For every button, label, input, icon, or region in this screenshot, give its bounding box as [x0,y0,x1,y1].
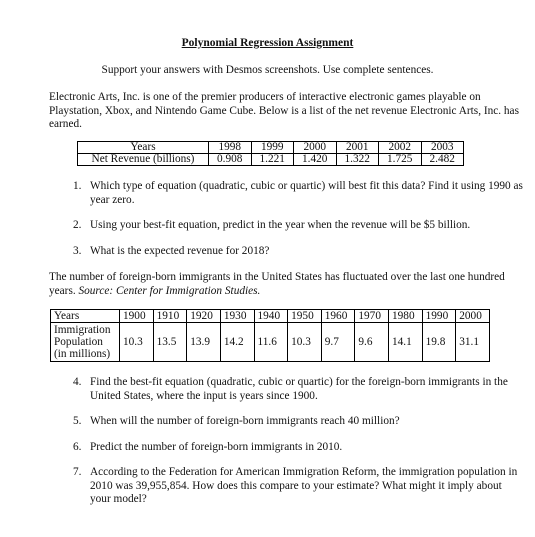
table-cell: 2.482 [420,153,464,166]
table-cell: 1900 [119,309,154,323]
question-text: According to the Federation for American… [90,466,518,505]
table-cell: 2000 [455,309,490,323]
question-number: 6. [73,441,82,453]
table-cell: 14.1 [388,322,423,362]
table-cell: 2002 [378,141,422,154]
row-header: Years [50,309,120,323]
question-text: When will the number of foreign-born imm… [90,415,400,427]
revenue-table: Years 1998 1999 2000 2001 2002 2003 Net … [77,141,464,166]
table-cell: 1980 [388,309,423,323]
table-row: Net Revenue (billions) 0.908 1.221 1.420… [77,153,464,166]
table-cell: 1990 [421,309,457,323]
table-cell: 11.6 [253,322,289,362]
table-cell: 10.3 [287,322,322,362]
table-cell: 13.9 [186,322,221,362]
table-cell: 1930 [219,309,255,323]
table-cell: 9.7 [320,322,356,362]
table-cell: 2000 [293,141,337,154]
intro-paragraph-immigration: The number of foreign-born immigrants in… [49,271,529,298]
question-text: What is the expected revenue for 2018? [90,245,270,257]
table-cell: 1920 [186,309,221,323]
table-cell: 2003 [420,141,464,154]
question-number: 5. [73,415,82,427]
question-3: 3. What is the expected revenue for 2018… [73,245,523,259]
question-text: Find the best-fit equation (quadratic, c… [90,376,508,402]
table-cell: 14.2 [219,322,255,362]
row-header: Net Revenue (billions) [77,153,209,166]
table-cell: 1.221 [250,153,294,166]
question-text: Using your best-fit equation, predict in… [90,219,471,231]
table-cell: 2001 [335,141,379,154]
instructions: Support your answers with Desmos screens… [101,64,434,76]
page-title: Polynomial Regression Assignment [181,37,354,49]
table-row: Years 1900 1910 1920 1930 1940 1950 1960… [50,309,490,323]
table-cell: 1970 [354,309,389,323]
intro-paragraph-ea: Electronic Arts, Inc. is one of the prem… [49,91,519,130]
question-number: 4. [73,376,82,388]
table-cell: 10.3 [119,322,154,362]
source-citation: Source: Center for Immigration Studies. [78,284,261,297]
table-cell: 31.1 [455,322,490,362]
table-cell: 1998 [208,141,252,154]
row-header: Immigration Population (in millions) [50,322,120,362]
table-row: Immigration Population (in millions) 10.… [50,322,490,362]
question-text: Predict the number of foreign-born immig… [90,441,343,453]
question-7: 7. According to the Federation for Ameri… [73,466,523,507]
question-2: 2. Using your best-fit equation, predict… [73,219,523,233]
table-cell: 1910 [152,309,188,323]
question-6: 6. Predict the number of foreign-born im… [73,441,523,455]
table-cell: 1960 [320,309,356,323]
table-cell: 19.8 [421,322,457,362]
row-header: Years [77,141,209,154]
table-cell: 1940 [253,309,289,323]
question-number: 7. [73,466,82,478]
table-cell: 1999 [250,141,294,154]
table-cell: 1.725 [378,153,422,166]
table-cell: 1.420 [293,153,337,166]
question-5: 5. When will the number of foreign-born … [73,415,523,429]
question-number: 3. [73,245,82,257]
question-4: 4. Find the best-fit equation (quadratic… [73,376,523,403]
table-row: Years 1998 1999 2000 2001 2002 2003 [77,141,464,154]
question-text: Which type of equation (quadratic, cubic… [90,180,523,206]
table-cell: 1950 [287,309,322,323]
immigration-table: Years 1900 1910 1920 1930 1940 1950 1960… [50,309,490,362]
question-1: 1. Which type of equation (quadratic, cu… [73,180,523,207]
question-number: 2. [73,219,82,231]
question-number: 1. [73,180,82,192]
table-cell: 0.908 [208,153,252,166]
table-cell: 13.5 [152,322,188,362]
table-cell: 9.6 [354,322,389,362]
table-cell: 1.322 [335,153,379,166]
